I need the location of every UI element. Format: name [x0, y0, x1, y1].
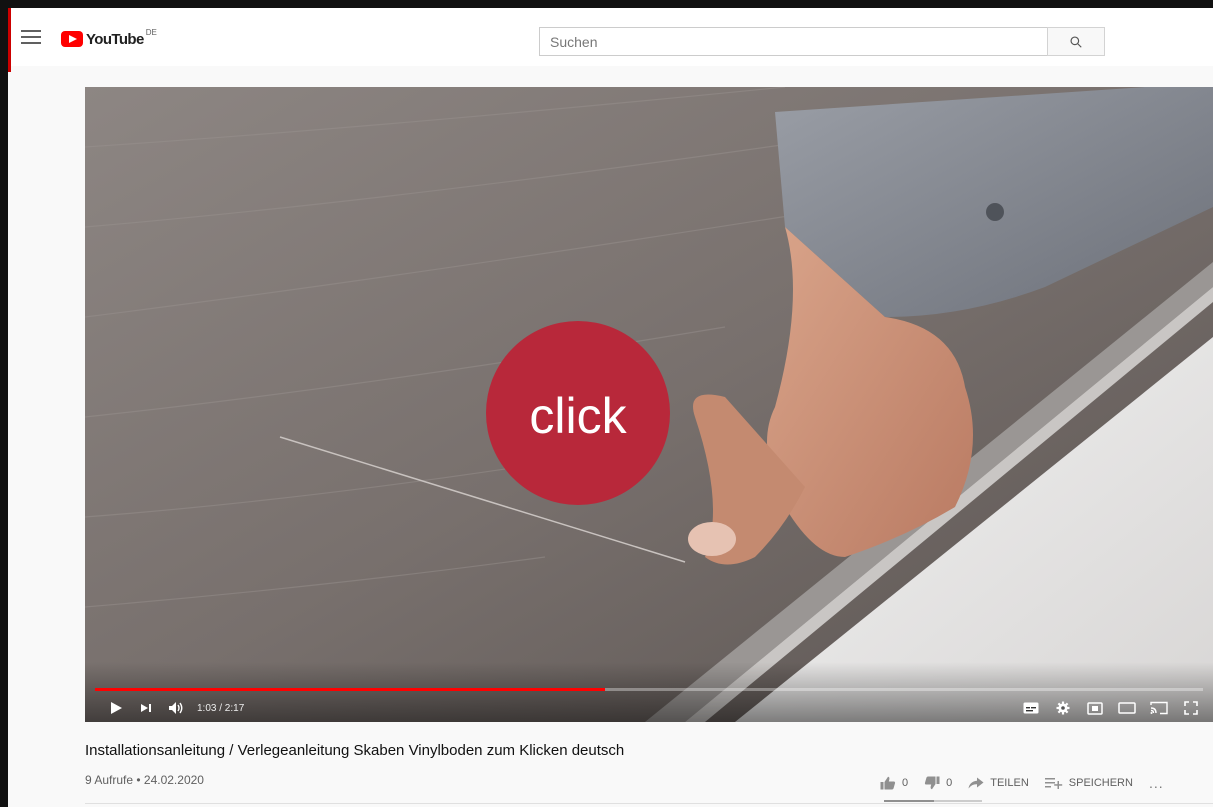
- cast-button[interactable]: [1143, 696, 1175, 720]
- dislike-icon: [925, 776, 940, 790]
- subtitles-button[interactable]: [1015, 696, 1047, 720]
- next-button[interactable]: [131, 696, 161, 720]
- time-display: 1:03 / 2:17: [197, 702, 245, 714]
- save-label: SPEICHERN: [1068, 777, 1133, 789]
- volume-icon: [169, 702, 183, 714]
- theater-icon: [1118, 702, 1136, 714]
- progress-bar[interactable]: [95, 688, 1203, 691]
- search-icon: [1070, 35, 1082, 48]
- like-button[interactable]: 0: [880, 776, 908, 790]
- video-title: Installationsanleitung / Verlegeanleitun…: [85, 742, 625, 759]
- progress-played: [95, 688, 605, 691]
- fullscreen-button[interactable]: [1175, 696, 1207, 720]
- youtube-logo[interactable]: YouTube DE: [61, 28, 157, 49]
- menu-icon[interactable]: [21, 30, 41, 46]
- save-playlist-icon: [1044, 778, 1062, 789]
- play-button[interactable]: [101, 696, 131, 720]
- search-button[interactable]: [1047, 27, 1105, 56]
- settings-button[interactable]: [1047, 696, 1079, 720]
- like-icon: [880, 776, 896, 790]
- controls-right: [1015, 696, 1207, 720]
- more-icon: ...: [1148, 775, 1164, 791]
- share-label: TEILEN: [990, 777, 1029, 789]
- click-badge-label: click: [529, 388, 627, 444]
- masthead: YouTube DE: [11, 8, 1213, 66]
- more-actions-button[interactable]: ...: [1149, 775, 1164, 791]
- share-button[interactable]: TEILEN: [968, 777, 1029, 789]
- subtitles-icon: [1023, 702, 1039, 714]
- video-actions: 0 0 TEILEN SPEICHERN ...: [880, 772, 1164, 794]
- video-player[interactable]: click 1:03 / 2:17: [85, 87, 1213, 722]
- controls-left: 1:03 / 2:17: [101, 696, 244, 720]
- volume-button[interactable]: [161, 696, 191, 720]
- save-button[interactable]: SPEICHERN: [1044, 777, 1133, 789]
- miniplayer-icon: [1087, 701, 1103, 715]
- search-bar: [539, 27, 1105, 56]
- search-input[interactable]: [539, 27, 1047, 56]
- next-icon: [141, 704, 151, 712]
- settings-icon: [1056, 701, 1070, 715]
- divider: [85, 803, 1213, 804]
- youtube-logo-icon: [61, 31, 83, 47]
- like-count: 0: [902, 777, 909, 789]
- video-meta: 9 Aufrufe • 24.02.2020: [85, 773, 204, 787]
- cast-icon: [1150, 701, 1168, 715]
- logo-region: DE: [145, 28, 157, 37]
- window-frame-left: [0, 0, 8, 807]
- miniplayer-button[interactable]: [1079, 696, 1111, 720]
- play-icon: [111, 702, 122, 714]
- window-frame-top: [0, 0, 1213, 8]
- fullscreen-icon: [1184, 701, 1198, 715]
- sentiment-bar: [884, 800, 982, 802]
- dislike-button[interactable]: 0: [924, 776, 952, 790]
- share-icon: [968, 777, 984, 789]
- logo-text: YouTube: [86, 30, 144, 48]
- dislike-count: 0: [946, 777, 953, 789]
- theater-button[interactable]: [1111, 696, 1143, 720]
